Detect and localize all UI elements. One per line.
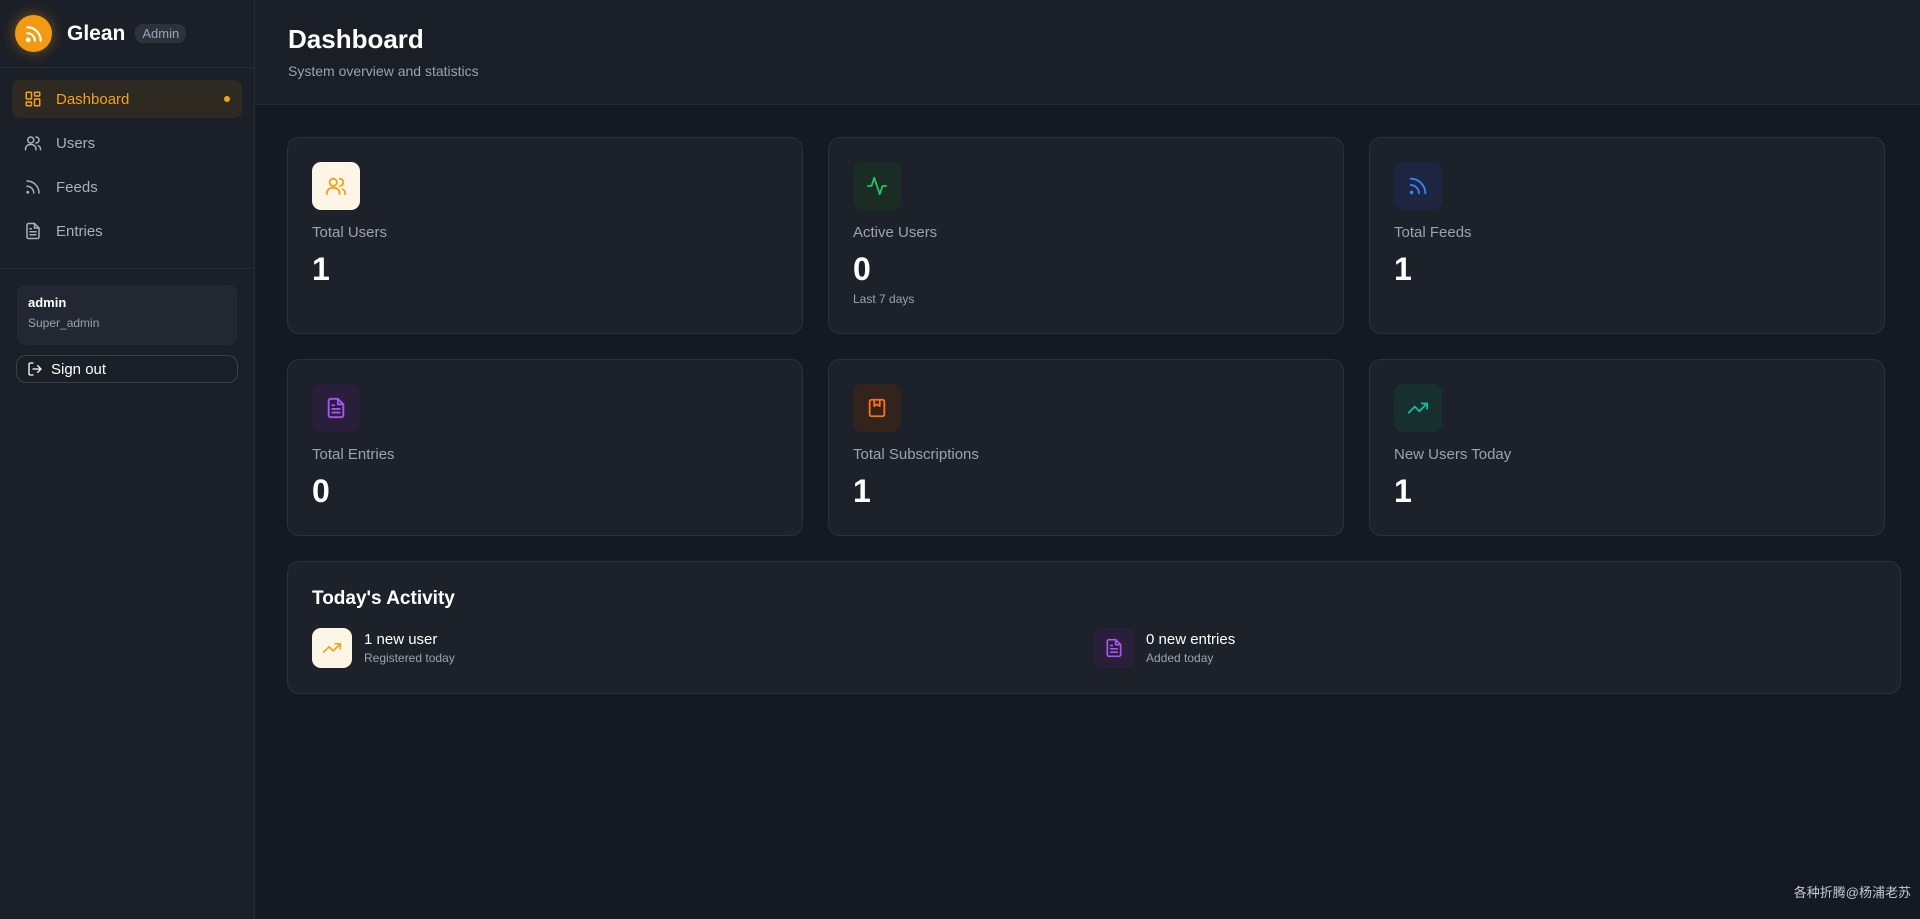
stat-card-total-users: Total Users 1: [287, 137, 803, 334]
page-header: Dashboard System overview and statistics: [255, 0, 1920, 105]
stat-value: 0: [853, 251, 871, 287]
brand: Glean Admin: [0, 0, 254, 68]
stat-value: 1: [1394, 473, 1412, 509]
sidebar-item-label: Dashboard: [56, 90, 130, 108]
activity-list: 1 new user Registered today 0 new entrie…: [312, 628, 1876, 668]
stat-label: Active Users: [853, 224, 938, 241]
sidebar-item-feeds[interactable]: Feeds: [12, 168, 242, 206]
stat-card-total-subscriptions: Total Subscriptions 1: [828, 359, 1344, 536]
users-icon: [24, 134, 42, 152]
stat-note: Last 7 days: [853, 292, 915, 306]
activity-item-new-users: 1 new user Registered today: [312, 628, 1094, 668]
sidebar-item-users[interactable]: Users: [12, 124, 242, 162]
stat-value: 1: [853, 473, 871, 509]
activity-icon: [853, 162, 901, 210]
admin-badge: Admin: [135, 24, 187, 43]
stat-label: Total Users: [312, 224, 388, 241]
document-icon: [1094, 628, 1134, 668]
sidebar-item-dashboard[interactable]: Dashboard: [12, 80, 242, 118]
dashboard-content: Total Users 1 Active Users 0 Last 7 days: [255, 105, 1920, 694]
stat-value: 0: [312, 473, 330, 509]
user-card: admin Super_admin: [17, 285, 237, 345]
stat-label: Total Subscriptions: [853, 446, 979, 463]
rss-logo-icon[interactable]: [15, 15, 52, 52]
stat-label: Total Entries: [312, 446, 395, 463]
bookmark-icon: [853, 384, 901, 432]
stats-row-2: Total Entries 0 Total Subscriptions 1 Ne…: [287, 359, 1901, 536]
trending-up-icon: [312, 628, 352, 668]
watermark-text: 各种折腾@杨浦老苏: [1793, 885, 1911, 900]
sign-out-label: Sign out: [51, 360, 107, 378]
sign-out-button[interactable]: Sign out: [16, 355, 238, 383]
logout-icon: [27, 361, 43, 377]
page-title: Dashboard: [288, 24, 424, 54]
sidebar: Glean Admin Dashboard Users Feeds Entrie…: [0, 0, 255, 919]
dashboard-icon: [24, 90, 42, 108]
sidebar-item-entries[interactable]: Entries: [12, 212, 242, 250]
stat-card-total-feeds: Total Feeds 1: [1369, 137, 1885, 334]
stat-card-active-users: Active Users 0 Last 7 days: [828, 137, 1344, 334]
activity-main-text: 0 new entries: [1146, 631, 1236, 648]
activity-main-text: 1 new user: [364, 631, 438, 648]
sidebar-item-label: Users: [56, 134, 96, 152]
sidebar-item-label: Feeds: [56, 178, 98, 196]
stats-row-1: Total Users 1 Active Users 0 Last 7 days: [287, 137, 1901, 334]
rss-icon: [1394, 162, 1442, 210]
stat-label: Total Feeds: [1394, 224, 1472, 241]
todays-activity-panel: Today's Activity 1 new user Registered t…: [287, 561, 1901, 694]
stat-value: 1: [312, 251, 330, 287]
app-root: Glean Admin Dashboard Users Feeds Entrie…: [0, 0, 1920, 919]
main-content: Dashboard System overview and statistics…: [255, 0, 1920, 919]
user-name: admin: [28, 295, 67, 310]
stat-label: New Users Today: [1394, 446, 1512, 463]
document-icon: [24, 222, 42, 240]
rss-icon: [24, 178, 42, 196]
active-indicator-dot: [224, 96, 230, 102]
brand-name: Glean: [67, 21, 126, 45]
activity-sub-text: Registered today: [364, 651, 455, 665]
stat-card-new-users-today: New Users Today 1: [1369, 359, 1885, 536]
activity-title: Today's Activity: [312, 588, 455, 609]
activity-sub-text: Added today: [1146, 651, 1214, 665]
page-subtitle: System overview and statistics: [288, 63, 479, 79]
users-icon: [312, 162, 360, 210]
document-icon: [312, 384, 360, 432]
user-role: Super_admin: [28, 316, 100, 330]
sidebar-item-label: Entries: [56, 222, 103, 240]
stat-value: 1: [1394, 251, 1412, 287]
trending-up-icon: [1394, 384, 1442, 432]
activity-item-new-entries: 0 new entries Added today: [1094, 628, 1876, 668]
stat-card-total-entries: Total Entries 0: [287, 359, 803, 536]
sidebar-nav: Dashboard Users Feeds Entries: [0, 68, 254, 269]
